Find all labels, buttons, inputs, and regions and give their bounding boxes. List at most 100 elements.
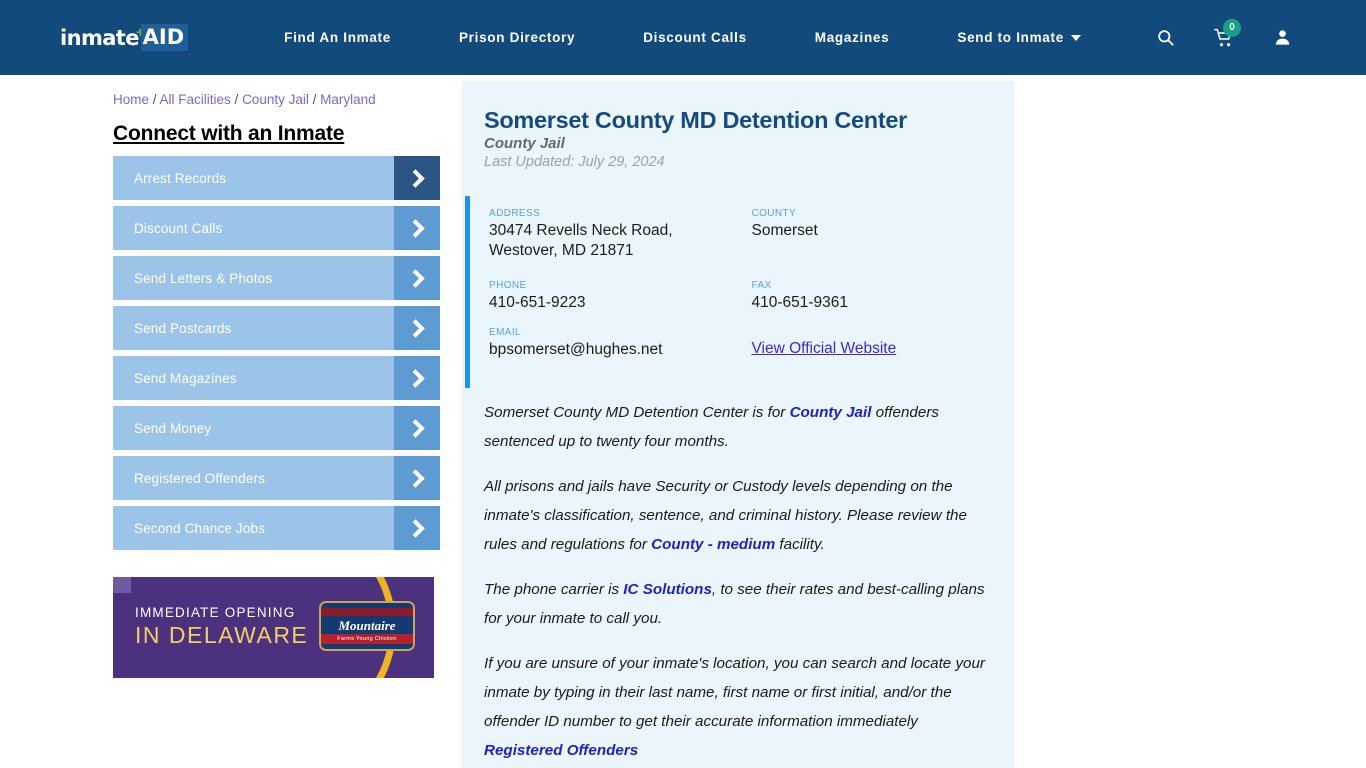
ad-brand-subtitle: Farms Young Chicken — [321, 634, 413, 644]
ad-headline-line2: IN DELAWARE — [135, 622, 309, 648]
sidebar-item-label: Send Money — [134, 420, 212, 436]
facility-header: Somerset County MD Detention Center Coun… — [462, 107, 1014, 170]
page-title: Connect with an Inmate — [113, 122, 345, 145]
chevron-right-icon — [394, 356, 440, 400]
sidebar-item-label: Send Letters & Photos — [134, 270, 273, 286]
cart-badge: 0 — [1223, 18, 1241, 37]
breadcrumb-item-home[interactable]: Home — [113, 92, 149, 107]
info-cell-address: ADDRESS 30474 Revells Neck Road, Westover… — [489, 208, 752, 261]
ad-corner-decoration — [113, 577, 131, 593]
description-paragraph-4: If you are unsure of your inmate's locat… — [484, 649, 992, 765]
sidebar-item-send-postcards[interactable]: Send Postcards — [113, 306, 440, 350]
sidebar-item-label: Second Chance Jobs — [134, 520, 266, 536]
breadcrumb-separator: / — [149, 92, 160, 107]
sidebar-item-label: Discount Calls — [134, 220, 223, 236]
nav-link-prison-directory[interactable]: Prison Directory — [425, 30, 609, 45]
mountaire-logo: Mountaire Farms Young Chicken — [319, 601, 415, 651]
chevron-right-icon — [394, 506, 440, 550]
chevron-right-icon — [394, 456, 440, 500]
info-cell-phone: PHONE 410-651-9223 — [489, 280, 752, 313]
sidebar-item-send-letters-photos[interactable]: Send Letters & Photos — [113, 256, 440, 300]
info-label-county: COUNTY — [751, 208, 797, 219]
breadcrumb: Home / All Facilities / County Jail / Ma… — [113, 75, 440, 107]
advertisement-banner[interactable]: IMMEDIATE OPENING IN DELAWARE Mountaire … — [113, 577, 434, 678]
sidebar-item-label: Send Magazines — [134, 370, 237, 386]
info-value-phone: 410-651-9223 — [489, 294, 586, 311]
ic-solutions-link[interactable]: IC Solutions — [623, 581, 712, 598]
ad-brand-name: Mountaire — [338, 618, 396, 633]
sidebar-item-second-chance-jobs[interactable]: Second Chance Jobs — [113, 506, 440, 550]
logo-aid: AID — [140, 24, 189, 51]
info-cell-email: EMAIL bpsomerset@hughes.net — [489, 327, 752, 360]
chevron-right-icon — [394, 206, 440, 250]
facility-last-updated: Last Updated: July 29, 2024 — [484, 154, 665, 170]
registered-offenders-link[interactable]: Registered Offenders — [484, 742, 638, 759]
info-label-spacer — [752, 327, 1015, 338]
nav-links: Find An Inmate Prison Directory Discount… — [250, 30, 1115, 45]
sidebar-item-label: Registered Offenders — [134, 470, 266, 486]
page-body: Home / All Facilities / County Jail / Ma… — [0, 75, 1366, 768]
description-paragraph-3: The phone carrier is IC Solutions, to se… — [484, 575, 992, 633]
description-paragraph-2: All prisons and jails have Security or C… — [484, 472, 992, 559]
sidebar-item-send-money[interactable]: Send Money — [113, 406, 440, 450]
sidebar-item-discount-calls[interactable]: Discount Calls — [113, 206, 440, 250]
ad-logo-top-stripe — [321, 608, 413, 616]
facility-type: County Jail — [484, 135, 565, 152]
sidebar-item-label: Send Postcards — [134, 320, 232, 336]
cart-icon[interactable]: 0 — [1213, 18, 1241, 48]
nav-link-send-to-inmate[interactable]: Send to Inmate — [923, 30, 1115, 45]
info-label-fax: FAX — [751, 280, 772, 291]
info-value-fax: 410-651-9361 — [751, 294, 849, 311]
p3-part-a: The phone carrier is — [484, 581, 624, 598]
breadcrumb-item-all-facilities[interactable]: All Facilities — [160, 92, 231, 107]
sidebar-column: Home / All Facilities / County Jail / Ma… — [113, 75, 440, 768]
ad-headline-line1: IMMEDIATE OPENING — [135, 605, 296, 620]
facility-info-block: ADDRESS 30474 Revells Neck Road, Westover… — [462, 196, 1014, 388]
sidebar-item-label: Arrest Records — [134, 170, 227, 186]
info-value-county: Somerset — [751, 222, 818, 239]
info-cell-official-website: View Official Website — [752, 327, 1015, 360]
info-cell-fax: FAX 410-651-9361 — [752, 280, 1015, 313]
chevron-right-icon — [394, 156, 440, 200]
p4-part-a: If you are unsure of your inmate's locat… — [484, 655, 985, 730]
facility-card: Somerset County MD Detention Center Coun… — [462, 81, 1014, 768]
info-value-address: 30474 Revells Neck Road, Westover, MD 218… — [489, 222, 673, 259]
sidebar-item-registered-offenders[interactable]: Registered Offenders — [113, 456, 440, 500]
p2-part-c: facility. — [775, 536, 825, 553]
user-icon[interactable] — [1273, 28, 1292, 47]
info-label-email: EMAIL — [489, 327, 522, 338]
nav-icon-group: 0 — [1156, 0, 1292, 75]
site-logo[interactable]: inmate + AID — [60, 24, 189, 51]
facility-description: Somerset County MD Detention Center is f… — [462, 388, 1014, 765]
info-cell-county: COUNTY Somerset — [752, 208, 1015, 261]
p1-highlight-county-jail: County Jail — [789, 404, 872, 421]
description-paragraph-1: Somerset County MD Detention Center is f… — [484, 398, 992, 456]
info-label-address: ADDRESS — [489, 208, 541, 219]
facility-name: Somerset County MD Detention Center — [484, 107, 907, 133]
p2-highlight-county-medium: County - medium — [651, 536, 776, 553]
breadcrumb-separator: / — [308, 92, 321, 107]
view-official-website-link[interactable]: View Official Website — [752, 340, 897, 357]
chevron-down-icon — [1070, 34, 1081, 41]
chevron-right-icon — [394, 306, 440, 350]
info-accent-bar — [465, 196, 470, 388]
nav-link-find-an-inmate[interactable]: Find An Inmate — [250, 30, 425, 45]
info-label-phone: PHONE — [489, 280, 527, 291]
breadcrumb-separator: / — [230, 92, 243, 107]
sidebar-item-send-magazines[interactable]: Send Magazines — [113, 356, 440, 400]
top-navbar: inmate + AID Find An Inmate Prison Direc… — [0, 0, 1366, 75]
nav-link-send-to-inmate-label: Send to Inmate — [957, 30, 1064, 45]
sidebar-item-arrest-records[interactable]: Arrest Records — [113, 156, 440, 200]
nav-link-magazines[interactable]: Magazines — [781, 30, 924, 45]
breadcrumb-item-maryland[interactable]: Maryland — [320, 92, 376, 107]
p1-part-a: Somerset County MD Detention Center is f… — [484, 404, 790, 421]
chevron-right-icon — [394, 256, 440, 300]
breadcrumb-item-county-jail[interactable]: County Jail — [242, 92, 309, 107]
nav-link-discount-calls[interactable]: Discount Calls — [609, 30, 781, 45]
search-icon[interactable] — [1156, 28, 1175, 47]
ad-text: IMMEDIATE OPENING IN DELAWARE — [135, 605, 308, 649]
chevron-right-icon — [394, 406, 440, 450]
info-value-email: bpsomerset@hughes.net — [489, 341, 663, 358]
logo-word: inmate — [60, 25, 139, 50]
main-column: Somerset County MD Detention Center Coun… — [462, 75, 1014, 768]
